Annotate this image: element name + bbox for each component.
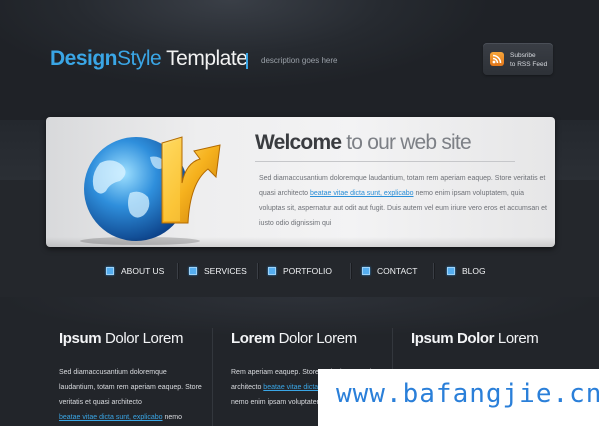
welcome-body-link[interactable]: beatae vitae dicta sunt, explicabo (310, 190, 414, 197)
rss-label: Subsribe to RSS Feed (510, 51, 547, 69)
watermark-text: www.bafangjie.cn (336, 379, 599, 409)
column-title-bold: Lorem (231, 330, 275, 347)
nav-separator (350, 263, 351, 279)
rss-label-line1: Subsribe (510, 52, 536, 59)
column-body: Sed diamaccusantium doloremque laudantiu… (59, 365, 204, 425)
rss-label-line2: to RSS Feed (510, 61, 548, 68)
welcome-divider (255, 161, 515, 162)
welcome-body: Sed diamaccusantium doloremque laudantiu… (259, 171, 549, 231)
main-nav: ABOUT US SERVICES PORTFOLIO CONTACT BLOG (0, 256, 599, 286)
site-logo[interactable]: DesignStyle Template (50, 47, 248, 71)
nav-label: PORTFOLIO (283, 266, 332, 276)
nav-label: ABOUT US (121, 266, 165, 276)
welcome-title: Welcome to our web site (255, 131, 472, 155)
nav-bullet-icon (189, 267, 197, 275)
column-title-light: Dolor Lorem (274, 330, 358, 347)
column-title-bold: Ipsum (59, 330, 102, 347)
column-body-text: Sed diamaccusantium doloremque laudantiu… (59, 369, 202, 406)
welcome-title-light: to our web site (341, 131, 471, 154)
nav-bullet-icon (106, 267, 114, 275)
nav-label: CONTACT (377, 266, 418, 276)
content-column-1: Ipsum Dolor Lorem Sed diamaccusantium do… (59, 330, 204, 425)
column-title: Ipsum Dolor Lorem (411, 330, 561, 347)
column-body-link[interactable]: beatae vitae dicta sunt, explicabo (59, 414, 163, 421)
nav-label: BLOG (462, 266, 486, 276)
logo-divider (246, 53, 248, 69)
logo-design-text: Design (50, 47, 118, 70)
nav-bullet-icon (362, 267, 370, 275)
rss-icon (490, 52, 504, 66)
logo-style-text: Style (117, 47, 162, 70)
column-title-light: Lorem (494, 330, 539, 347)
welcome-title-strong: Welcome (255, 131, 342, 154)
nav-bullet-icon (268, 267, 276, 275)
nav-separator (257, 263, 258, 279)
panel-shadow (46, 237, 555, 247)
column-title-bold: Ipsum Dolor (411, 330, 495, 347)
content-column-3: Ipsum Dolor Lorem (411, 330, 561, 347)
nav-label: SERVICES (204, 266, 247, 276)
column-title: Ipsum Dolor Lorem (59, 330, 204, 347)
column-title: Lorem Dolor Lorem (231, 330, 381, 347)
rss-subscribe-button[interactable]: Subsribe to RSS Feed (483, 43, 553, 75)
globe-arrow-illustration (70, 123, 230, 245)
logo-template-text: Template (161, 47, 248, 70)
site-description: description goes here (261, 56, 338, 65)
nav-separator (177, 263, 178, 279)
nav-bullet-icon (447, 267, 455, 275)
watermark-overlay: www.bafangjie.cn (318, 369, 599, 426)
column-divider (212, 328, 213, 426)
welcome-panel: Welcome to our web site Sed diamaccusant… (46, 117, 555, 247)
nav-separator (433, 263, 434, 279)
column-body-text-end: nemo (162, 414, 182, 421)
column-title-light: Dolor Lorem (101, 330, 184, 347)
